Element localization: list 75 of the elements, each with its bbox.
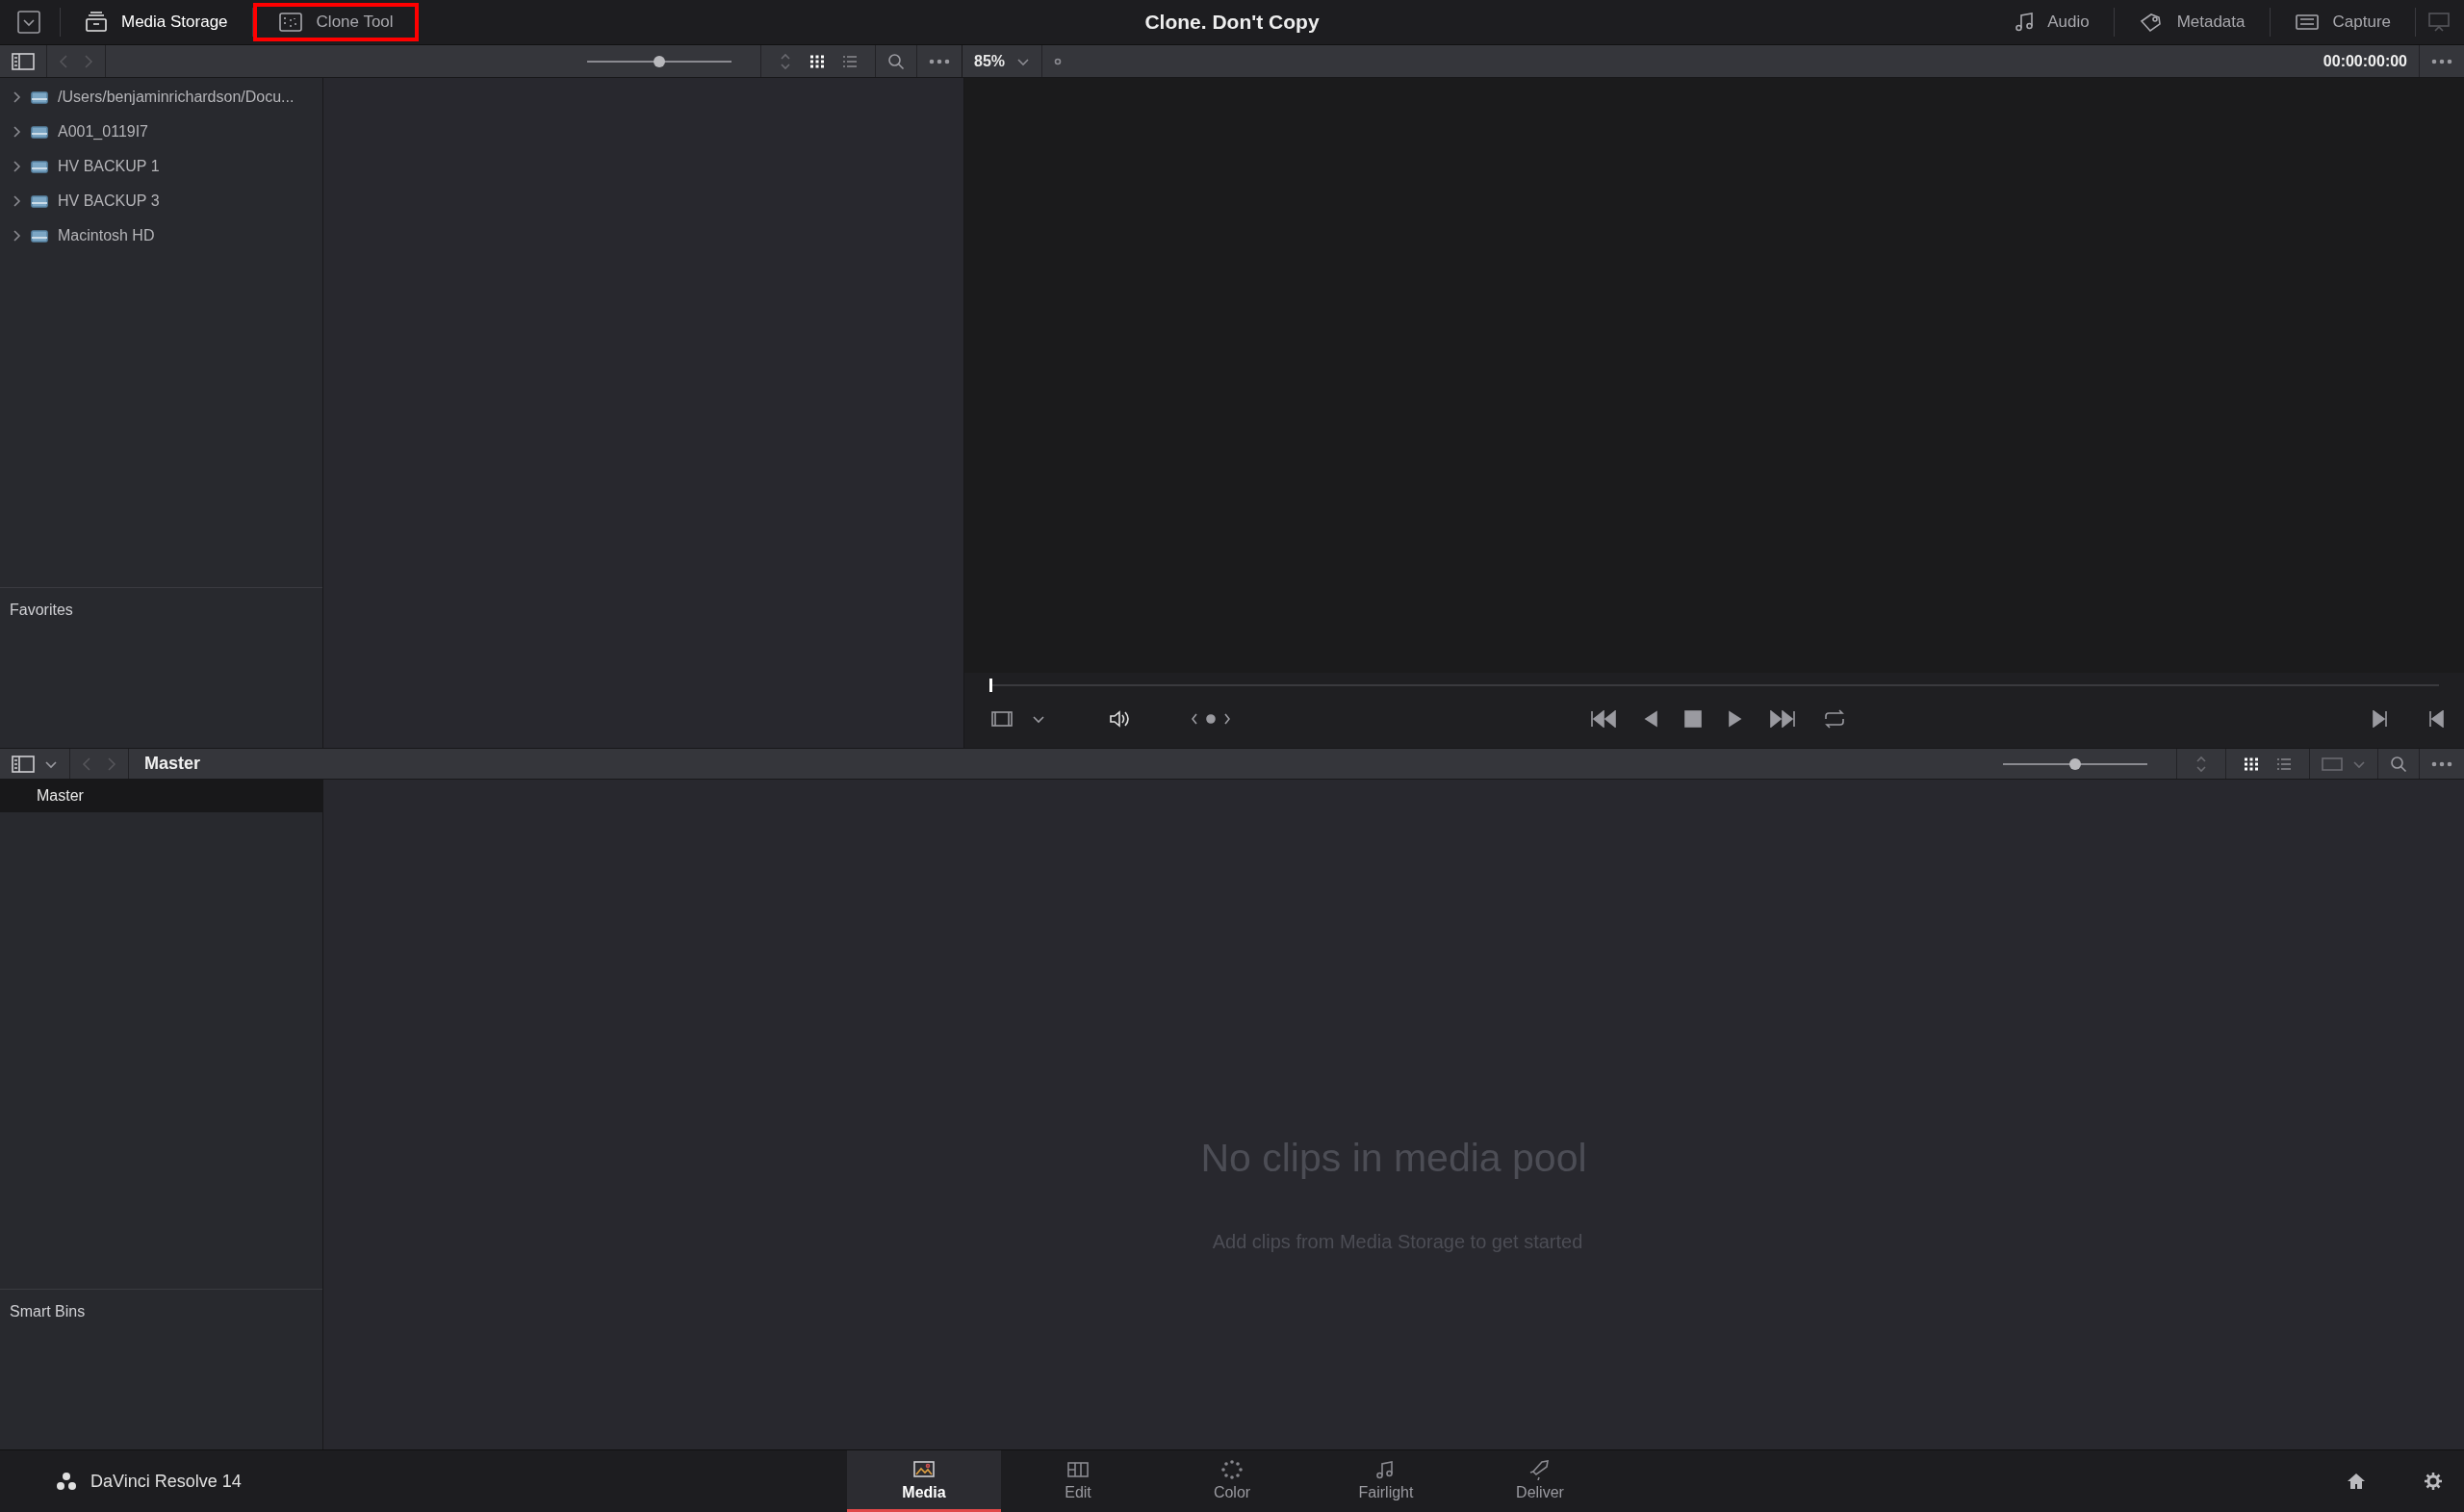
slider-handle[interactable] [654, 55, 665, 67]
chevron-right-icon[interactable] [12, 91, 21, 103]
drive-icon [31, 228, 48, 243]
location-item[interactable]: HV BACKUP 3 [58, 192, 160, 210]
location-item[interactable]: Macintosh HD [58, 227, 155, 244]
more-icon[interactable] [2431, 58, 2452, 64]
location-item[interactable]: HV BACKUP 1 [58, 158, 160, 175]
music-note-icon[interactable] [2015, 12, 2035, 33]
speaker-icon[interactable] [1109, 709, 1130, 729]
chevron-right-icon[interactable] [12, 195, 21, 207]
search-icon[interactable] [2390, 755, 2407, 773]
caret-icon[interactable] [17, 11, 40, 34]
mark-out-icon[interactable] [2372, 710, 2389, 728]
thumbnail-size-slider[interactable] [587, 54, 732, 68]
location-item[interactable]: /Users/benjaminrichardson/Docu... [58, 89, 295, 106]
thumbnail-size-slider[interactable] [2003, 756, 2147, 771]
skip-back-icon[interactable] [1590, 710, 1617, 728]
play-reverse-icon[interactable] [1644, 710, 1657, 728]
header-tab[interactable]: Capture [2270, 3, 2415, 41]
mark-in-icon[interactable] [2427, 710, 2445, 728]
sidebar-icon[interactable] [12, 52, 35, 70]
bin-item[interactable]: Master [0, 780, 322, 812]
drive-icon [31, 124, 48, 140]
grid-view-icon[interactable] [809, 54, 825, 68]
list-view-icon[interactable] [2276, 756, 2292, 771]
chevron-right-icon[interactable] [12, 230, 21, 242]
header-tab[interactable]: Clone Tool [252, 3, 419, 41]
project-title: Clone. Don't Copy [1144, 11, 1320, 34]
page-tab[interactable]: Deliver [1463, 1450, 1617, 1512]
location-item[interactable]: A001_0119I7 [58, 123, 148, 141]
page-tab[interactable]: Edit [1001, 1450, 1155, 1512]
drive-icon [31, 90, 48, 105]
circle-icon[interactable] [1054, 57, 1063, 65]
tag-icon[interactable] [2138, 12, 2164, 33]
page-tab[interactable]: Color [1155, 1450, 1309, 1512]
jog-control-icon[interactable] [1192, 712, 1230, 726]
play-icon[interactable] [1729, 710, 1742, 728]
dotted-wheel-icon[interactable] [1220, 1458, 1244, 1480]
header-tab[interactable]: Metadata [2114, 3, 2270, 41]
more-icon[interactable] [2431, 760, 2452, 767]
grid-frame-icon[interactable] [277, 12, 303, 33]
zoom-dropdown[interactable]: 85% [974, 52, 1031, 70]
more-icon[interactable] [929, 58, 950, 64]
settings-icon[interactable] [2424, 1472, 2443, 1491]
page-tab[interactable]: Media [847, 1450, 1001, 1512]
timecode: 00:00:00:00 [2323, 52, 2408, 70]
home-icon[interactable] [2347, 1473, 2366, 1490]
chevron-right-icon[interactable] [12, 126, 21, 138]
list-view-icon[interactable] [842, 54, 858, 68]
header-tab[interactable]: Media Storage [61, 3, 252, 41]
bin-path: Master [144, 754, 201, 774]
slider-handle[interactable] [2069, 757, 2081, 770]
drive-icon [31, 193, 48, 209]
loop-icon[interactable] [1823, 709, 1846, 729]
three-dots-logo-icon [56, 1472, 77, 1491]
photo-frame-icon[interactable] [912, 1458, 936, 1480]
drawer-icon[interactable] [85, 12, 108, 33]
page-tab[interactable]: Fairlight [1309, 1450, 1463, 1512]
film-frame-icon[interactable] [991, 711, 1013, 727]
drive-icon [31, 159, 48, 174]
tape-icon[interactable] [2294, 13, 2320, 32]
header-tab[interactable]: Audio [1990, 3, 2114, 41]
app-name: DaVinci Resolve 14 [90, 1471, 242, 1492]
section-title: Favorites [10, 602, 74, 619]
chevron-right-icon[interactable] [12, 161, 21, 172]
search-icon[interactable] [887, 52, 905, 70]
grid-view-icon[interactable] [2244, 756, 2259, 771]
scrubber-track[interactable] [989, 679, 2439, 692]
sidebar-icon[interactable] [12, 755, 35, 773]
caret-icon[interactable] [44, 758, 58, 769]
caret-icon[interactable] [1032, 714, 1045, 724]
section-title: Smart Bins [10, 1303, 87, 1320]
rocket-icon[interactable] [1528, 1458, 1552, 1480]
skip-forward-icon[interactable] [1769, 710, 1796, 728]
caret-icon[interactable] [1016, 56, 1031, 66]
